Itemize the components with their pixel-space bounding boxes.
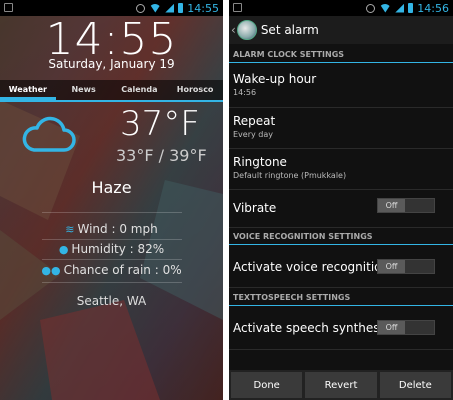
voice-recognition-toggle[interactable]: Off	[377, 259, 435, 274]
humidity-row: ● Humidity : 82%	[0, 242, 223, 256]
droplet-icon: ●	[58, 243, 69, 256]
section-header-alarm: ALARM CLOCK SETTINGS	[229, 48, 453, 63]
done-button[interactable]: Done	[231, 372, 303, 398]
setting-speech-synthesis[interactable]: Activate speech synthesis Off	[229, 308, 453, 350]
setting-value: Every day	[233, 130, 273, 139]
divider	[42, 212, 182, 213]
set-alarm-screen: 14:56 ‹ Set alarm ALARM CLOCK SETTINGS W…	[229, 0, 453, 400]
wind-icon: ≋	[65, 223, 75, 236]
rain-text: Chance of rain : 0%	[63, 263, 182, 277]
city-name[interactable]: Seattle, WA	[0, 294, 223, 308]
toggle-state: Off	[378, 321, 405, 334]
vibrate-toggle[interactable]: Off	[377, 198, 435, 213]
clock-date: Saturday, January 19	[48, 57, 175, 71]
button-bar: Done Revert Delete	[229, 370, 453, 400]
weather-widget-screen: 14:55 14:55 Saturday, January 19 Weather…	[0, 0, 223, 400]
signal-icon	[395, 3, 405, 13]
alarm-icon	[136, 3, 146, 13]
battery-icon	[178, 3, 184, 13]
alarm-icon	[366, 3, 376, 13]
divider	[42, 259, 182, 260]
page-title: Set alarm	[260, 23, 319, 37]
wind-text: Wind : 0 mph	[77, 222, 158, 236]
setting-vibrate[interactable]: Vibrate Off	[229, 190, 453, 228]
action-bar: ‹ Set alarm	[229, 16, 453, 44]
status-time: 14:56	[417, 1, 449, 15]
setting-title: Wake-up hour	[233, 72, 317, 86]
divider	[42, 282, 182, 283]
setting-title: Ringtone	[233, 155, 287, 169]
tab-news[interactable]: News	[56, 80, 112, 100]
weather-condition: Haze	[91, 178, 132, 197]
setting-title: Repeat	[233, 114, 276, 128]
divider	[42, 239, 182, 240]
toggle-state: Off	[378, 199, 405, 212]
setting-value: 14:56	[233, 88, 257, 97]
wifi-icon	[149, 3, 162, 13]
revert-button[interactable]: Revert	[305, 372, 377, 398]
tab-calendar[interactable]: Calenda	[112, 80, 168, 100]
widget-tabs: Weather News Calenda Horosco	[0, 80, 223, 102]
section-header-voice: VOICE RECOGNITION SETTINGS	[229, 230, 453, 245]
delete-button[interactable]: Delete	[379, 372, 451, 398]
app-icon[interactable]	[236, 20, 257, 40]
signal-icon	[165, 3, 175, 13]
speech-synthesis-toggle[interactable]: Off	[377, 320, 435, 335]
notification-image-icon	[4, 3, 13, 12]
tab-weather[interactable]: Weather	[0, 80, 56, 100]
back-chevron-icon[interactable]: ‹	[231, 23, 236, 37]
rain-drops-icon: ●●	[41, 264, 61, 277]
toggle-state: Off	[378, 260, 405, 273]
background-facet	[40, 300, 160, 400]
setting-wakeup-hour[interactable]: Wake-up hour 14:56	[229, 66, 453, 108]
status-bar: 14:56	[229, 0, 453, 16]
humidity-text: Humidity : 82%	[71, 242, 165, 256]
setting-repeat[interactable]: Repeat Every day	[229, 108, 453, 149]
setting-ringtone[interactable]: Ringtone Default ringtone (Pmukkale)	[229, 149, 453, 190]
rain-row: ●● Chance of rain : 0%	[0, 263, 223, 277]
status-time: 14:55	[187, 1, 219, 15]
wind-row: ≋ Wind : 0 mph	[0, 222, 223, 236]
notification-image-icon	[233, 3, 242, 12]
wifi-icon	[379, 3, 392, 13]
setting-voice-recognition[interactable]: Activate voice recognition Off	[229, 248, 453, 288]
min-max-temperature: 33°F / 39°F	[116, 146, 207, 165]
setting-value: Default ringtone (Pmukkale)	[233, 171, 347, 180]
battery-icon	[408, 3, 414, 13]
current-temperature: 37°F	[120, 104, 200, 144]
tab-horoscope[interactable]: Horosco	[167, 80, 223, 100]
section-header-tts: TEXTTOSPEECH SETTINGS	[229, 291, 453, 306]
cloud-icon	[22, 116, 76, 152]
